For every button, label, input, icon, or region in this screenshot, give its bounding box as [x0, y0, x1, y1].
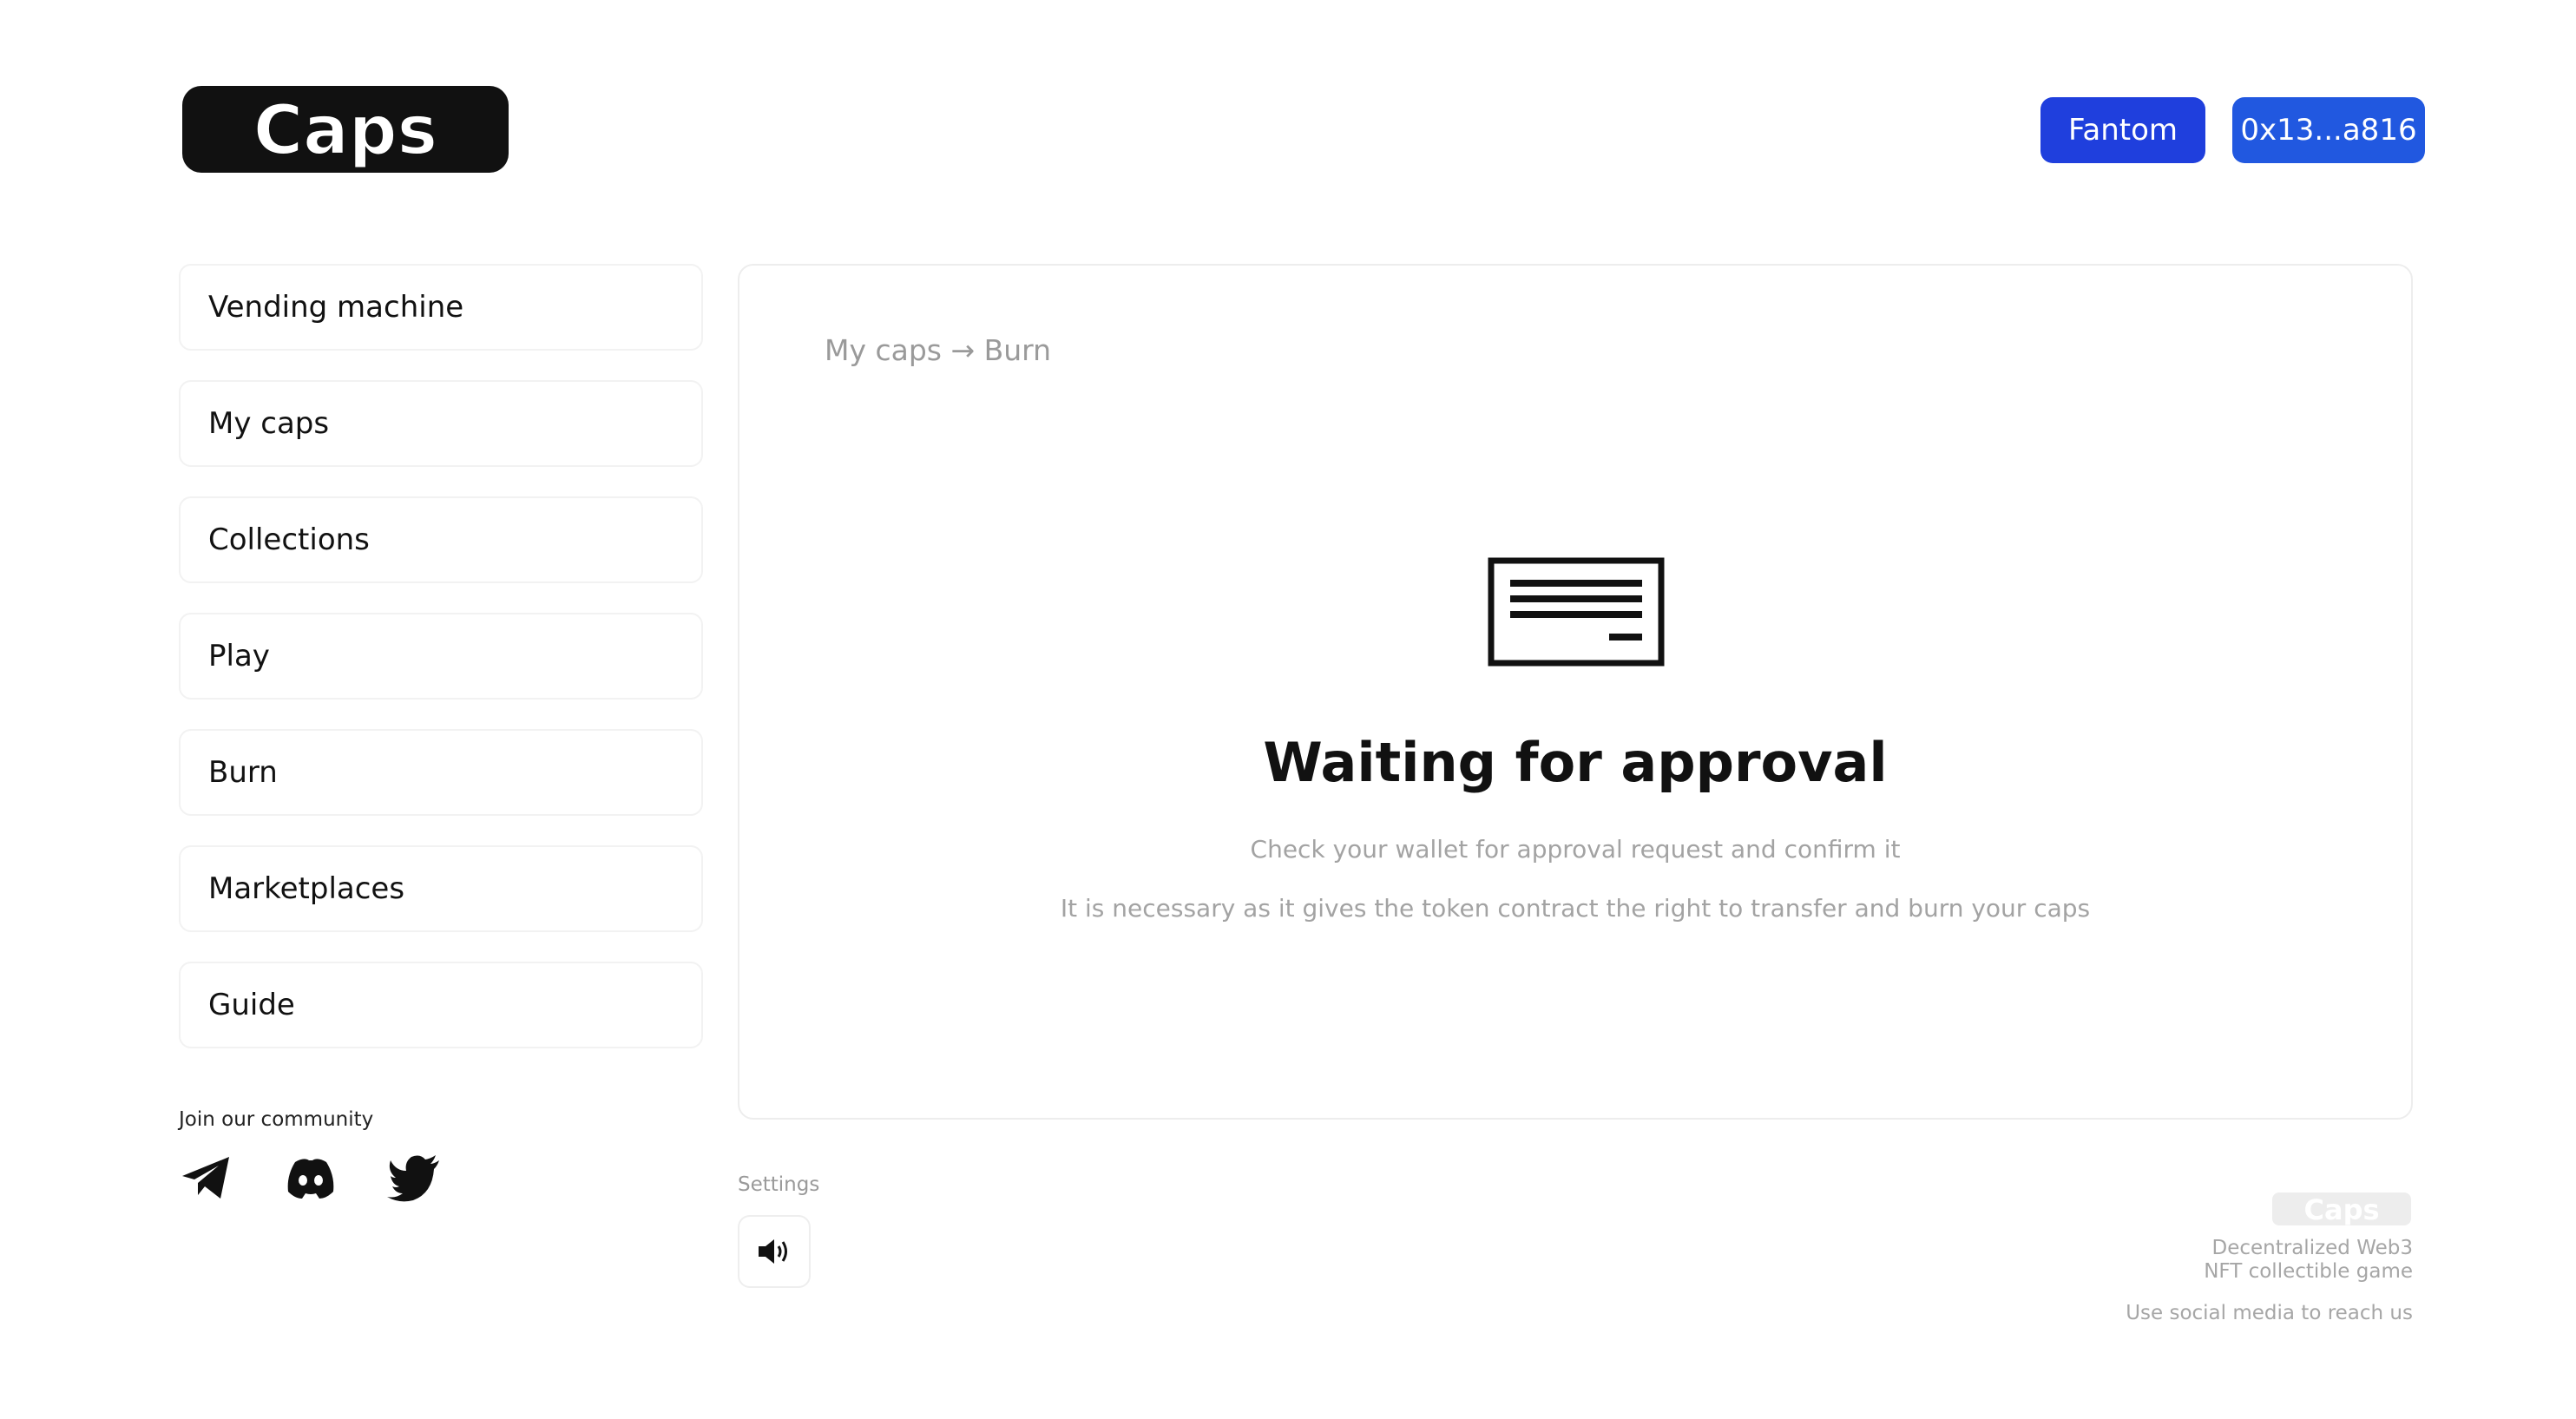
sound-toggle-button[interactable]: [738, 1215, 811, 1288]
nav-play[interactable]: Play: [179, 613, 703, 700]
settings-label: Settings: [738, 1173, 820, 1196]
wallet-button[interactable]: 0x13...a816: [2232, 97, 2425, 163]
svg-text:Caps: Caps: [2303, 1193, 2379, 1226]
approval-title: Waiting for approval: [1263, 731, 1888, 794]
nav-collections[interactable]: Collections: [179, 496, 703, 583]
community-label: Join our community: [179, 1108, 374, 1131]
nav-burn[interactable]: Burn: [179, 729, 703, 816]
discord-icon[interactable]: [283, 1152, 338, 1204]
main-panel: My caps → Burn Waiting for approval Chec…: [738, 264, 2413, 1120]
caps-logo[interactable]: Caps: [179, 81, 512, 178]
footer-contact: Use social media to reach us: [2126, 1302, 2413, 1324]
approval-instruction: Check your wallet for approval request a…: [1250, 835, 1901, 864]
twitter-icon[interactable]: [387, 1152, 443, 1204]
telegram-icon[interactable]: [179, 1152, 234, 1204]
speaker-icon: [759, 1239, 787, 1264]
approval-explanation: It is necessary as it gives the token co…: [1060, 894, 2091, 923]
footer-caps-logo: Caps: [2272, 1192, 2411, 1226]
nav-guide[interactable]: Guide: [179, 962, 703, 1048]
nav-marketplaces[interactable]: Marketplaces: [179, 845, 703, 932]
breadcrumb: My caps → Burn: [825, 333, 1052, 367]
footer-tagline-1: Decentralized Web3: [2211, 1237, 2414, 1259]
nav-vending-machine[interactable]: Vending machine: [179, 264, 703, 351]
network-button[interactable]: Fantom: [2040, 97, 2205, 163]
footer-tagline-2: NFT collectible game: [2204, 1260, 2413, 1283]
card-icon: [1488, 557, 1665, 667]
svg-text:Caps: Caps: [253, 92, 437, 170]
nav-my-caps[interactable]: My caps: [179, 380, 703, 467]
